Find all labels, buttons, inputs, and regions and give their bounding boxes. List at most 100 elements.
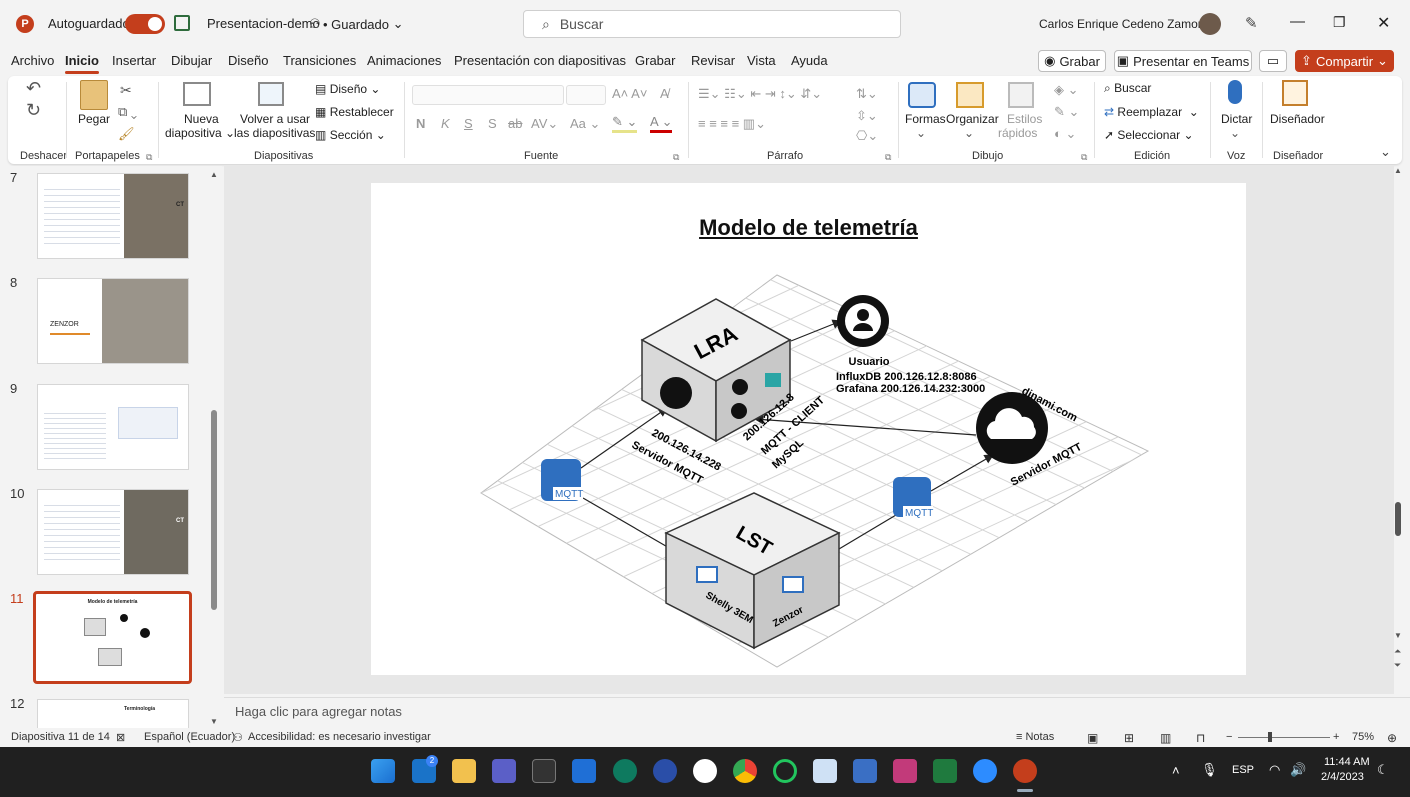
app-icon[interactable]: [893, 759, 917, 783]
dictate-button[interactable]: Dictar: [1221, 112, 1252, 126]
arrange-button[interactable]: Organizar: [946, 112, 999, 126]
paste-icon[interactable]: [80, 80, 108, 110]
scroll-down-icon[interactable]: ▼: [1394, 631, 1402, 640]
tab-archivo[interactable]: Archivo: [11, 53, 54, 68]
scroll-thumb[interactable]: [211, 410, 217, 610]
tab-dibujar[interactable]: Dibujar: [171, 53, 212, 68]
collapse-ribbon-icon[interactable]: ⌄: [1380, 144, 1391, 160]
quick-styles-label-2[interactable]: rápidos: [998, 126, 1037, 140]
scroll-down-icon[interactable]: ▼: [210, 717, 218, 726]
slide-thumbnail-12[interactable]: Terminología: [37, 699, 189, 729]
underline-button[interactable]: S: [464, 116, 473, 131]
restore-icon[interactable]: ❐: [1333, 14, 1346, 31]
chevron-down-icon[interactable]: ⌄: [964, 126, 974, 140]
layout-button[interactable]: ▤ Diseño ⌄: [315, 82, 380, 96]
todo-icon[interactable]: [572, 759, 596, 783]
volume-icon[interactable]: 🔊: [1290, 762, 1306, 778]
text-direction-icon[interactable]: ⇅⌄: [856, 86, 878, 102]
tab-revisar[interactable]: Revisar: [691, 53, 735, 68]
clock-time[interactable]: 11:44 AM: [1324, 756, 1370, 768]
tab-diseno[interactable]: Diseño: [228, 53, 268, 68]
slide-title[interactable]: Modelo de telemetría: [371, 215, 1246, 241]
reading-view-icon[interactable]: ▥: [1160, 731, 1171, 745]
select-button[interactable]: ➚ Seleccionar ⌄: [1104, 128, 1194, 142]
slideshow-icon[interactable]: ⊓: [1196, 731, 1205, 745]
notifications-icon[interactable]: ☾: [1377, 762, 1389, 778]
file-name[interactable]: Presentacion-demo: [207, 16, 320, 31]
microphone-icon[interactable]: 🎙: [1201, 762, 1218, 778]
language-indicator[interactable]: ESP: [1232, 764, 1254, 776]
shadow-button[interactable]: S: [488, 116, 497, 131]
sorter-view-icon[interactable]: ⊞: [1124, 731, 1134, 745]
app-icon[interactable]: [653, 759, 677, 783]
find-button[interactable]: ⌕ Buscar: [1104, 81, 1151, 96]
paste-button[interactable]: Pegar: [78, 112, 110, 126]
prev-slide-icon[interactable]: ⏶: [1394, 646, 1401, 657]
font-name-combo[interactable]: [412, 85, 564, 105]
record-button[interactable]: ◉ Grabar: [1038, 50, 1106, 72]
file-explorer-icon[interactable]: [452, 759, 476, 783]
shape-outline-icon[interactable]: ✎ ⌄: [1054, 104, 1079, 120]
comments-button[interactable]: ▭: [1259, 50, 1287, 72]
shape-fill-icon[interactable]: ◈ ⌄: [1054, 82, 1079, 98]
undo-icon[interactable]: ↶: [26, 78, 41, 99]
tab-vista[interactable]: Vista: [747, 53, 776, 68]
zoom-out-icon[interactable]: −: [1226, 731, 1232, 743]
powerpoint-icon[interactable]: P: [16, 15, 34, 33]
app-icon[interactable]: [773, 759, 797, 783]
new-slide-label-2[interactable]: diapositiva ⌄: [165, 126, 235, 140]
autosave-toggle[interactable]: [125, 14, 165, 34]
app-icon[interactable]: [613, 759, 637, 783]
align-text-icon[interactable]: ⇳⌄: [856, 108, 878, 124]
close-icon[interactable]: ✕: [1377, 13, 1390, 33]
next-slide-icon[interactable]: ⏷: [1394, 660, 1401, 671]
format-painter-icon[interactable]: 🖌: [118, 126, 135, 142]
reuse-slides-label-1[interactable]: Volver a usar: [240, 112, 310, 126]
microphone-icon[interactable]: [1228, 80, 1242, 104]
cut-icon[interactable]: ✂: [120, 82, 132, 99]
arrange-icon[interactable]: [956, 82, 984, 108]
redo-icon[interactable]: ↻: [26, 100, 41, 121]
chevron-down-icon[interactable]: ⌄: [916, 126, 926, 140]
app-icon[interactable]: [693, 759, 717, 783]
spellcheck-icon[interactable]: ⊠: [116, 731, 125, 744]
tab-transiciones[interactable]: Transiciones: [283, 53, 356, 68]
reuse-slides-icon[interactable]: [258, 82, 284, 106]
new-slide-label-1[interactable]: Nueva: [184, 112, 219, 126]
chevron-down-icon[interactable]: ⌄: [1230, 126, 1240, 140]
notes-pane[interactable]: Haga clic para agregar notas: [224, 697, 1410, 727]
language-status[interactable]: Español (Ecuador): [144, 731, 235, 743]
user-name[interactable]: Carlos Enrique Cedeno Zamora: [1039, 17, 1208, 31]
accessibility-status[interactable]: Accesibilidad: es necesario investigar: [248, 731, 431, 743]
font-size-combo[interactable]: [566, 85, 606, 105]
tab-grabar[interactable]: Grabar: [635, 53, 675, 68]
slide-thumbnail-10[interactable]: CT: [37, 489, 189, 575]
clear-format-icon[interactable]: A̸: [660, 86, 669, 101]
avatar[interactable]: [1199, 13, 1221, 35]
designer-button[interactable]: Diseñador: [1270, 112, 1325, 126]
font-color-button[interactable]: A ⌄: [650, 114, 673, 133]
present-teams-button[interactable]: ▣ Presentar en Teams: [1114, 50, 1252, 72]
dialog-launcher-icon[interactable]: ⧉: [673, 152, 679, 163]
app-icon[interactable]: [933, 759, 957, 783]
wifi-icon[interactable]: ◠: [1269, 762, 1280, 778]
scroll-up-icon[interactable]: ▲: [1394, 166, 1402, 175]
normal-view-icon[interactable]: ▣: [1087, 731, 1098, 745]
thumbnails-scrollbar[interactable]: ▲ ▼: [209, 170, 219, 726]
windows-start-icon[interactable]: [371, 759, 395, 783]
char-spacing-button[interactable]: AV⌄: [531, 116, 558, 132]
tab-insertar[interactable]: Insertar: [112, 53, 156, 68]
remote-desktop-icon[interactable]: [853, 759, 877, 783]
highlight-icon[interactable]: ✎ ⌄: [612, 114, 638, 133]
powerpoint-icon[interactable]: [1013, 759, 1037, 783]
save-state[interactable]: • Guardado ⌄: [323, 16, 404, 32]
slide-thumbnail-8[interactable]: ZENZOR: [37, 278, 189, 364]
tab-presentacion[interactable]: Presentación con diapositivas: [454, 53, 626, 68]
quick-styles-icon[interactable]: [1008, 82, 1034, 108]
chevron-up-icon[interactable]: ˄: [1172, 763, 1180, 778]
slide-canvas[interactable]: LRA LST Shelly 3EM Zenzor MQTT MQTT Usua…: [371, 183, 1246, 675]
save-icon[interactable]: [174, 15, 190, 31]
italic-button[interactable]: K: [441, 116, 450, 131]
shape-effects-icon[interactable]: ◐ ⌄: [1054, 126, 1076, 142]
tab-ayuda[interactable]: Ayuda: [791, 53, 828, 68]
